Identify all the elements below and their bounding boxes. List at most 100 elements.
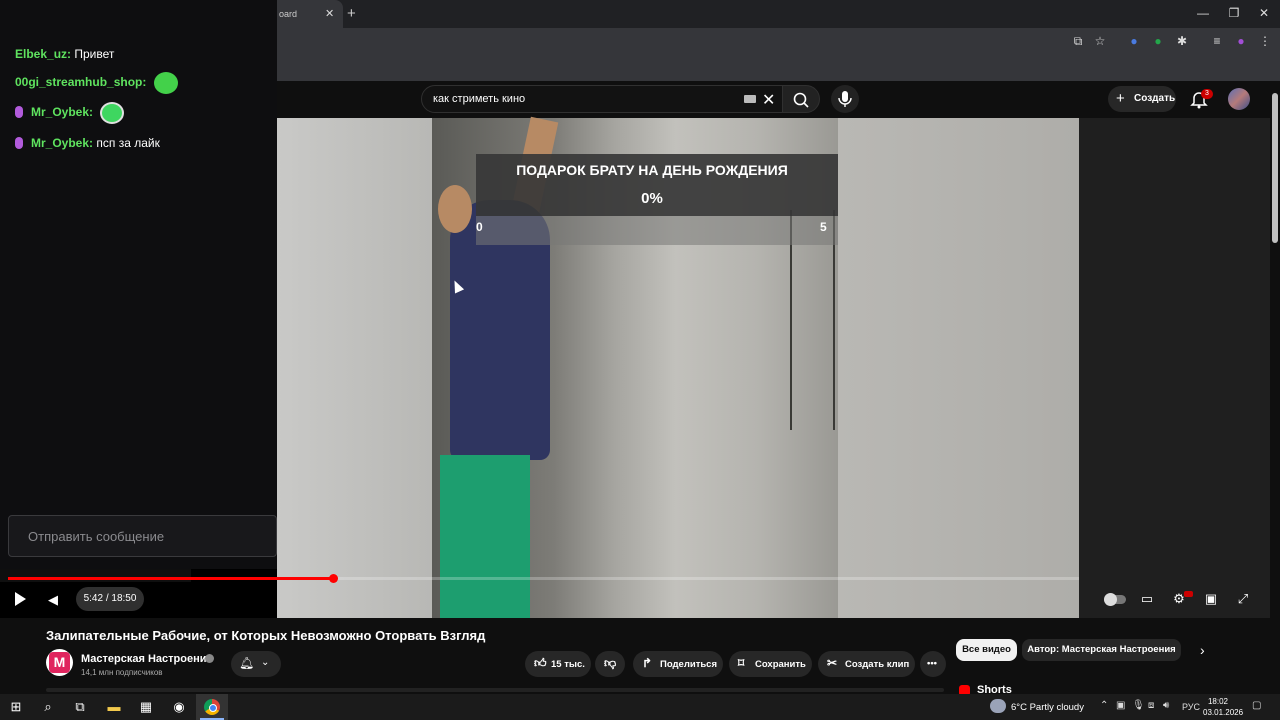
time-display: 5:42 / 18:50 <box>76 587 144 611</box>
create-button[interactable]: + Создать <box>1108 86 1176 112</box>
extension-green-icon[interactable]: ● <box>1151 34 1165 48</box>
chat-username: Elbek_uz: <box>15 47 72 61</box>
tray-app-icon[interactable]: ▣ <box>1116 700 1125 711</box>
subtitles-icon[interactable]: ▭ <box>1139 591 1155 607</box>
video-blur-right <box>838 118 1079 618</box>
minimize-button[interactable]: — <box>1193 6 1213 20</box>
share-label: Поделиться <box>660 659 718 670</box>
obs-icon[interactable]: ◉ <box>171 699 187 715</box>
weather-text[interactable]: 6°C Partly cloudy <box>1011 702 1084 713</box>
speaker-icon[interactable]: 🔊︎ <box>1163 700 1169 711</box>
extension-icon[interactable]: ● <box>1127 34 1141 48</box>
more-actions-button[interactable]: ••• <box>920 651 946 677</box>
chip-all-videos[interactable]: Все видео <box>956 639 1017 661</box>
hd-badge <box>1184 591 1193 597</box>
chip-author[interactable]: Автор: Мастерская Настроения <box>1022 639 1181 661</box>
like-button[interactable]: 👍︎ 15 тыс. <box>525 651 591 677</box>
tray-mic-icon[interactable]: 🎙︎ <box>1132 700 1145 711</box>
autoplay-knob[interactable] <box>1104 593 1117 606</box>
keyboard-icon[interactable] <box>744 95 756 103</box>
bookmark-star-icon[interactable]: ☆ <box>1093 34 1107 48</box>
donation-goal-title: ПОДАРОК БРАТУ НА ДЕНЬ РОЖДЕНИЯ <box>516 162 788 178</box>
description-box-edge <box>46 688 944 692</box>
search-icon <box>793 92 809 108</box>
play-icon[interactable] <box>15 592 26 606</box>
menu-kebab-icon[interactable]: ⋮ <box>1258 34 1272 48</box>
microphone-badge-icon <box>15 106 23 119</box>
video-scene-pants <box>440 455 530 618</box>
scrollbar-thumb[interactable] <box>1272 93 1278 243</box>
bookmark-icon: ⌑ <box>738 656 745 670</box>
channel-logo-icon: M <box>49 652 70 673</box>
progress-scrubber[interactable] <box>329 574 338 583</box>
tab-close-icon[interactable]: ✕ <box>325 7 334 20</box>
chat-message: Elbek_uz: Привет <box>15 47 114 61</box>
clip-button[interactable]: ✂ Создать клип <box>818 651 915 677</box>
chevron-right-icon[interactable]: › <box>1200 642 1205 658</box>
thumbs-up-icon: 👍︎ <box>534 656 547 670</box>
volume-icon[interactable]: ◀ <box>48 592 58 608</box>
microphone-badge-icon <box>15 137 23 149</box>
file-explorer-icon[interactable]: ▬ <box>106 699 122 715</box>
plus-icon: + <box>1116 90 1125 107</box>
microphone-icon <box>838 91 852 107</box>
video-scene-head <box>438 185 472 233</box>
frog-emote-icon <box>153 72 178 94</box>
windows-start-icon[interactable]: ⊞ <box>8 699 24 715</box>
screencast-icon[interactable]: ⧉ <box>1071 34 1085 48</box>
search-button[interactable] <box>782 85 820 113</box>
network-icon[interactable]: ⧈ <box>1148 700 1154 711</box>
chat-message: Mr_Oybek: псп за лайк <box>15 136 160 150</box>
account-avatar[interactable] <box>1228 88 1250 110</box>
taskbar-search-icon[interactable]: ⌕ <box>40 699 56 715</box>
chat-text: Привет <box>74 47 115 61</box>
close-window-button[interactable]: ✕ <box>1254 6 1274 20</box>
scissors-icon: ✂ <box>827 656 838 670</box>
donation-goal-max: 5 <box>820 220 827 234</box>
store-icon[interactable]: ▦ <box>138 699 154 715</box>
restore-button[interactable]: ❐ <box>1224 6 1244 20</box>
voice-search-button[interactable] <box>831 85 859 113</box>
channel-avatar[interactable]: M <box>46 649 73 676</box>
chat-message: 00gi_streamhub_shop: <box>15 72 178 94</box>
thumbs-down-icon: 👎︎ <box>604 656 617 670</box>
weather-icon[interactable] <box>990 699 1006 713</box>
chat-message: Mr_Oybek: <box>15 102 125 124</box>
save-label: Сохранить <box>755 659 806 670</box>
channel-name[interactable]: Мастерская Настроения <box>81 653 213 665</box>
input-language[interactable]: РУС <box>1182 702 1200 712</box>
subscription-bell-button[interactable]: 🔔︎ ⌄ <box>231 651 281 677</box>
new-tab-button[interactable]: + <box>347 5 356 22</box>
subscriber-count: 14,1 млн подписчиков <box>81 668 163 677</box>
share-button[interactable]: ↱ Поделиться <box>633 651 723 677</box>
video-letterbox <box>1079 118 1270 618</box>
tray-chevron-icon[interactable]: ⌃ <box>1100 700 1108 711</box>
miniplayer-icon[interactable]: ▣ <box>1203 591 1219 607</box>
notification-center-icon[interactable]: ▢ <box>1252 700 1261 711</box>
share-icon: ↱ <box>642 656 653 670</box>
fullscreen-icon[interactable]: ⤢ <box>1235 591 1251 607</box>
extensions-puzzle-icon[interactable]: ✱ <box>1175 34 1189 48</box>
chat-input-placeholder: Отправить сообщение <box>28 529 165 544</box>
clock-time: 18:02 <box>1207 697 1229 706</box>
chat-username: 00gi_streamhub_shop: <box>15 75 147 90</box>
taskbar-clock[interactable]: 18:02 03.01.2026 <box>1203 696 1243 718</box>
bell-icon: 🔔︎ <box>239 656 255 670</box>
task-view-icon[interactable]: ⧉ <box>72 699 88 715</box>
tab-title: oard <box>279 9 298 19</box>
windows-taskbar <box>0 694 1280 720</box>
chat-username: Mr_Oybek: <box>31 136 94 150</box>
chat-top-strip <box>0 0 277 36</box>
donation-goal-bar <box>476 216 838 245</box>
create-label: Создать <box>1134 93 1176 104</box>
save-button[interactable]: ⌑ Сохранить <box>729 651 812 677</box>
dislike-button[interactable]: 👎︎ <box>595 651 625 677</box>
search-query: как стриметь кино <box>433 93 526 105</box>
chrome-icon[interactable] <box>204 699 220 715</box>
browser-tab[interactable]: oard ✕ <box>277 0 343 28</box>
media-control-icon[interactable]: ≡ <box>1210 34 1224 48</box>
progress-played <box>8 577 333 580</box>
donation-goal-percent: 0% <box>641 190 663 207</box>
profile-icon[interactable]: ● <box>1234 34 1248 48</box>
clear-search-icon[interactable]: ✕ <box>762 90 775 110</box>
